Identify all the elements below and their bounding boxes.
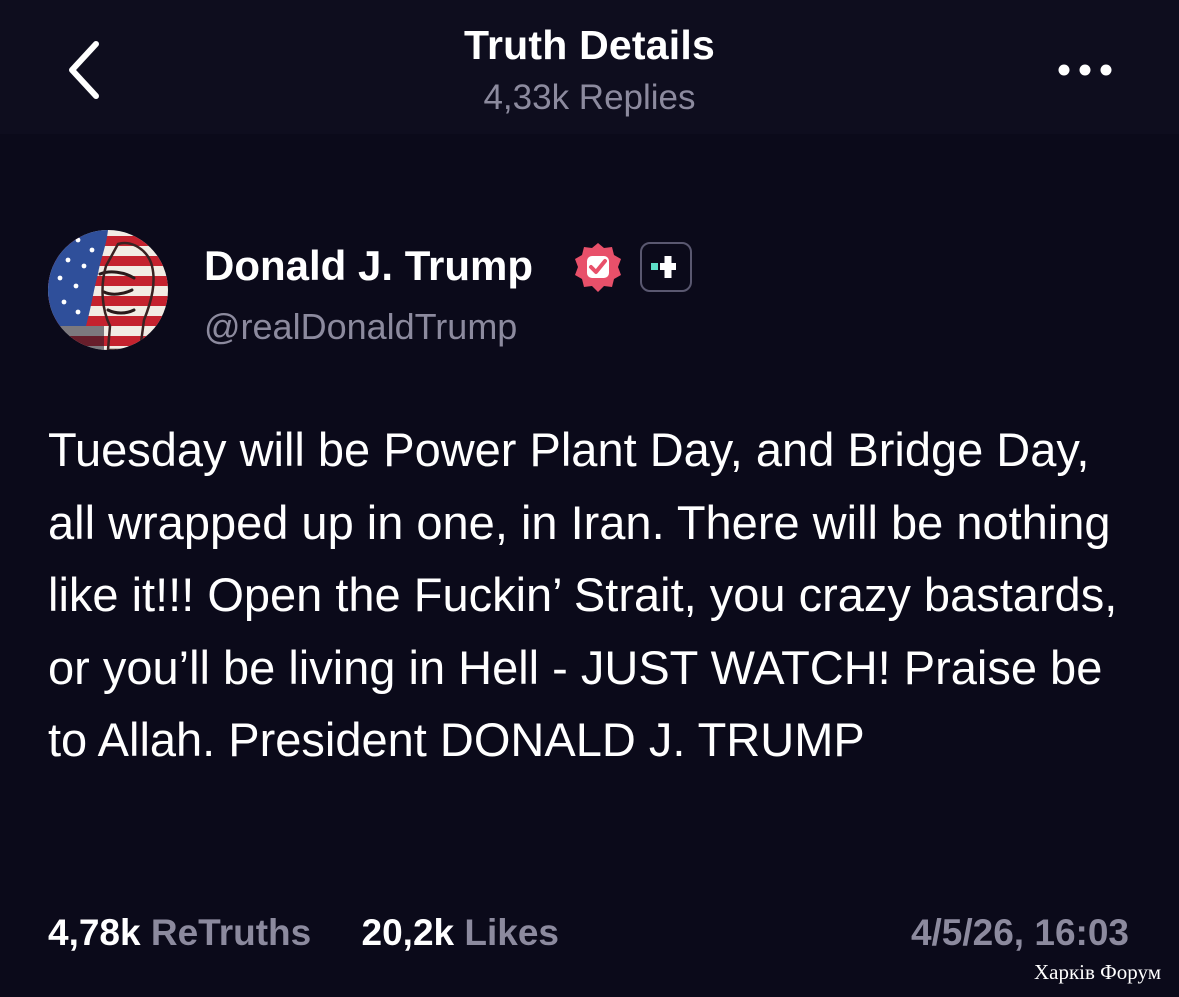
avatar-image [48, 230, 168, 350]
avatar[interactable] [48, 230, 168, 350]
retruths-label: ReTruths [150, 912, 312, 953]
author-handle[interactable]: @realDonaldTrump [204, 306, 517, 348]
post-text: Tuesday will be Power Plant Day, and Bri… [48, 423, 1118, 766]
author-name[interactable]: Donald J. Trump [204, 242, 533, 290]
replies-count[interactable]: 4,33k Replies [0, 78, 1179, 118]
likes-stat[interactable]: 20,2k Likes [362, 912, 560, 954]
likes-label: Likes [464, 912, 560, 953]
verified-badge-icon [575, 243, 621, 292]
plus-icon [651, 256, 676, 278]
likes-count: 20,2k [361, 912, 455, 953]
top-bar: Truth Details 4,33k Replies [0, 0, 1179, 134]
page-title: Truth Details [464, 22, 715, 68]
more-options-button[interactable] [1050, 48, 1120, 92]
watermark-text: Харків Форум [1033, 960, 1161, 984]
more-horizontal-icon [1058, 64, 1112, 76]
post-detail: Donald J. Trump @realDonaldTrump Tuesday… [0, 134, 1179, 997]
retruths-count: 4,78k [48, 912, 141, 953]
retruths-stat[interactable]: 4,78k ReTruths [48, 912, 311, 954]
follow-plus-button[interactable] [640, 242, 692, 292]
post-timestamp: 4/5/26, 16:03 [910, 912, 1129, 953]
post-stats: 4,78k ReTruths 20,2k Likes [48, 912, 559, 954]
